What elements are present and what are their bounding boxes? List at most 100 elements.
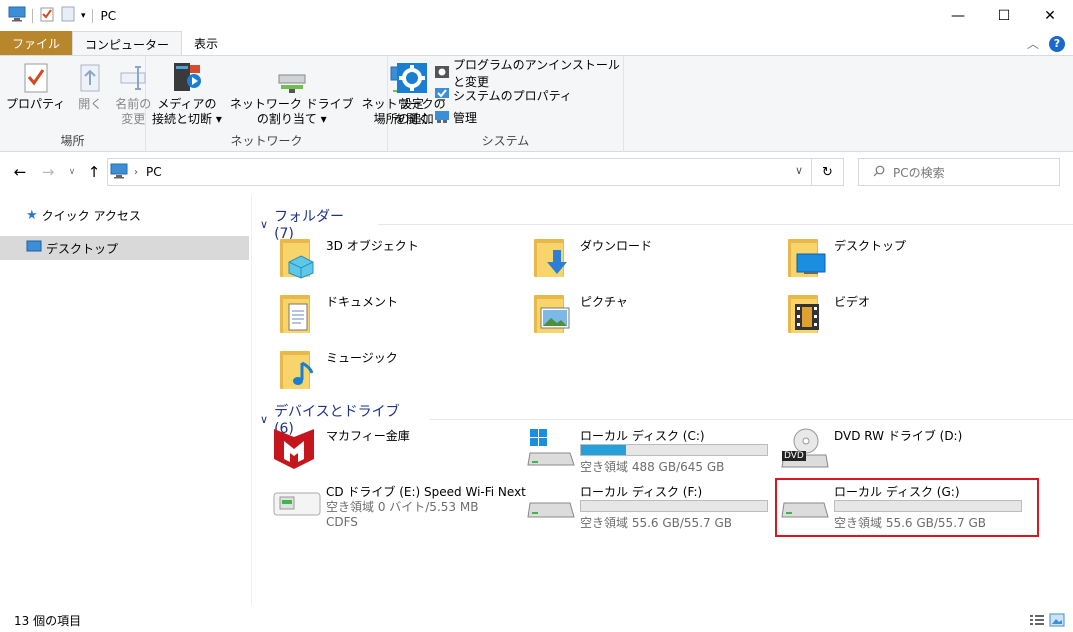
breadcrumb-separator-icon[interactable]: ›	[134, 167, 138, 178]
system-properties-button[interactable]: システムのプロパティ	[434, 86, 621, 104]
network-drive-icon	[275, 60, 309, 96]
search-box[interactable]: PCの検索	[858, 158, 1060, 186]
new-folder-icon[interactable]	[61, 6, 75, 25]
open-icon	[73, 60, 107, 96]
tab-computer[interactable]: コンピューター	[72, 31, 183, 56]
collapse-ribbon-chevron-icon[interactable]: ︿	[1027, 35, 1039, 52]
address-row: ← → ∨ ↑ › PC ∨ ↻ PCの検索	[0, 157, 1073, 187]
recent-locations-chevron-icon[interactable]: ∨	[62, 157, 82, 187]
folder-desktop[interactable]: デスクトップ	[782, 233, 906, 281]
quick-access-toolbar: ▾	[0, 6, 93, 25]
folder-music[interactable]: ミュージック	[274, 345, 398, 393]
minimize-button[interactable]: —	[935, 0, 981, 31]
properties-check-icon[interactable]	[39, 6, 55, 25]
uninstall-icon	[434, 64, 450, 83]
help-icon[interactable]: ?	[1049, 35, 1065, 52]
folder-desktop-label: デスクトップ	[834, 239, 907, 253]
breadcrumb-pc[interactable]: PC	[146, 165, 162, 179]
ribbon-group-network: メディアの 接続と切断 ▾ ネットワーク ドライブ の割り当て ▾ ネットワーク…	[146, 56, 446, 152]
folder-3d-objects-label: 3D オブジェクト	[326, 239, 419, 253]
search-placeholder: PCの検索	[893, 165, 945, 180]
address-dropdown-chevron-icon[interactable]: ∨	[795, 164, 803, 177]
computer-icon	[8, 6, 26, 25]
hard-drive-icon	[526, 481, 576, 529]
collapse-chevron-icon: ∨	[260, 412, 269, 426]
drive-e-name: CD ドライブ (E:) Speed Wi-Fi Next	[326, 485, 526, 499]
group-label-location: 場所	[60, 134, 85, 148]
windows-drive-icon	[526, 425, 576, 473]
dvd-badge: DVD	[782, 451, 806, 461]
nav-item-quick-access-label: クイック アクセス	[41, 208, 141, 223]
status-bar: 13 個の項目	[0, 608, 1073, 632]
drive-c-usage-fill	[581, 445, 626, 455]
uninstall-program-label: プログラムのアンインストールと変更	[453, 58, 620, 89]
folder-pictures[interactable]: ピクチャ	[528, 289, 628, 337]
up-arrow-icon[interactable]: ↑	[84, 157, 104, 187]
desktop-icon	[26, 240, 42, 256]
nav-item-quick-access[interactable]: ★ クイック アクセス	[0, 203, 251, 227]
system-properties-icon	[434, 86, 450, 105]
folder-videos-label: ビデオ	[834, 295, 871, 309]
ribbon: プロパティ 開く 名前の 変更 場所 メディアの 接続と切断 ▾ ネットワーク …	[0, 55, 1073, 152]
drive-d-name: DVD RW ドライブ (D:)	[834, 429, 963, 443]
folder-3d-objects[interactable]: 3D オブジェクト	[274, 233, 419, 281]
documents-folder-icon	[274, 289, 322, 337]
nav-item-desktop[interactable]: デスクトップ	[0, 236, 249, 260]
map-network-drive-label: ネットワーク ドライブ の割り当て ▾	[229, 97, 354, 126]
item-count: 13 個の項目	[14, 613, 82, 628]
music-folder-icon	[274, 345, 322, 393]
details-view-icon[interactable]	[1029, 613, 1045, 630]
tab-file[interactable]: ファイル	[0, 31, 73, 55]
content-pane: ∨ フォルダー (7) 3D オブジェクト ダウンロード デスクトップ ドキュメ…	[252, 195, 1073, 605]
close-button[interactable]: ✕	[1027, 0, 1073, 31]
title-bar: ▾ PC — ☐ ✕	[0, 0, 1073, 31]
cd-drive-router-icon	[272, 481, 322, 529]
manage-icon	[434, 108, 450, 127]
group-label-network: ネットワーク	[230, 134, 303, 148]
drive-c-name: ローカル ディスク (C:)	[580, 429, 705, 443]
refresh-button[interactable]: ↻	[812, 158, 844, 186]
manage-button[interactable]: 管理	[434, 108, 621, 126]
drive-f-usage-bar	[580, 500, 768, 512]
folder-documents[interactable]: ドキュメント	[274, 289, 398, 337]
navigation-pane: ★ クイック アクセス デスクトップ	[0, 195, 252, 605]
videos-folder-icon	[782, 289, 830, 337]
explorer-window: ▾ PC — ☐ ✕ ファイル コンピューター 表示 ︿ ? プロパティ 開く …	[0, 0, 1073, 632]
pc-icon	[110, 163, 128, 182]
nav-item-desktop-label: デスクトップ	[46, 241, 119, 256]
folder-downloads-label: ダウンロード	[580, 239, 653, 253]
window-title: PC	[100, 8, 117, 23]
drive-mcafee-vault[interactable]: マカフィー金庫	[272, 425, 534, 477]
drive-c-usage-bar	[580, 444, 768, 456]
manage-label: 管理	[453, 110, 478, 125]
properties-icon	[19, 60, 53, 96]
drive-f[interactable]: ローカル ディスク (F:) 空き領域 55.6 GB/55.7 GB	[526, 481, 788, 533]
forward-arrow-icon[interactable]: →	[38, 157, 58, 187]
3d-objects-folder-icon	[274, 233, 322, 281]
customize-toolbar-chevron-icon[interactable]: ▾	[81, 11, 86, 21]
back-arrow-icon[interactable]: ←	[10, 157, 30, 187]
ribbon-group-system: 設定 を開く プログラムのアンインストールと変更 システムのプロパティ 管理 シ…	[388, 56, 624, 152]
drive-d[interactable]: DVD DVD RW ドライブ (D:)	[780, 425, 1042, 477]
folder-videos[interactable]: ビデオ	[782, 289, 870, 337]
folder-music-label: ミュージック	[326, 351, 398, 365]
large-icons-view-icon[interactable]	[1049, 613, 1065, 630]
drive-e[interactable]: CD ドライブ (E:) Speed Wi-Fi Next 空き領域 0 バイト…	[272, 481, 534, 533]
folder-downloads[interactable]: ダウンロード	[528, 233, 652, 281]
open-label: 開く	[78, 97, 103, 111]
media-server-icon	[170, 60, 204, 96]
star-icon: ★	[26, 207, 38, 223]
drive-e-filesystem: CDFS	[326, 515, 358, 529]
drive-f-free-space: 空き領域 55.6 GB/55.7 GB	[580, 516, 732, 530]
system-properties-label: システムのプロパティ	[453, 88, 572, 103]
uninstall-program-button[interactable]: プログラムのアンインストールと変更	[434, 58, 621, 89]
address-bar[interactable]: › PC ∨	[107, 158, 812, 186]
drive-g-highlight-box	[775, 478, 1039, 537]
folder-pictures-label: ピクチャ	[580, 295, 628, 309]
drive-c[interactable]: ローカル ディスク (C:) 空き領域 488 GB/645 GB	[526, 425, 788, 477]
tab-view[interactable]: 表示	[182, 31, 230, 55]
open-settings-label: 設定 を開く	[394, 97, 431, 126]
settings-gear-icon	[395, 60, 429, 96]
maximize-button[interactable]: ☐	[981, 0, 1027, 31]
ribbon-tabs: ファイル コンピューター 表示 ︿ ?	[0, 31, 1073, 56]
